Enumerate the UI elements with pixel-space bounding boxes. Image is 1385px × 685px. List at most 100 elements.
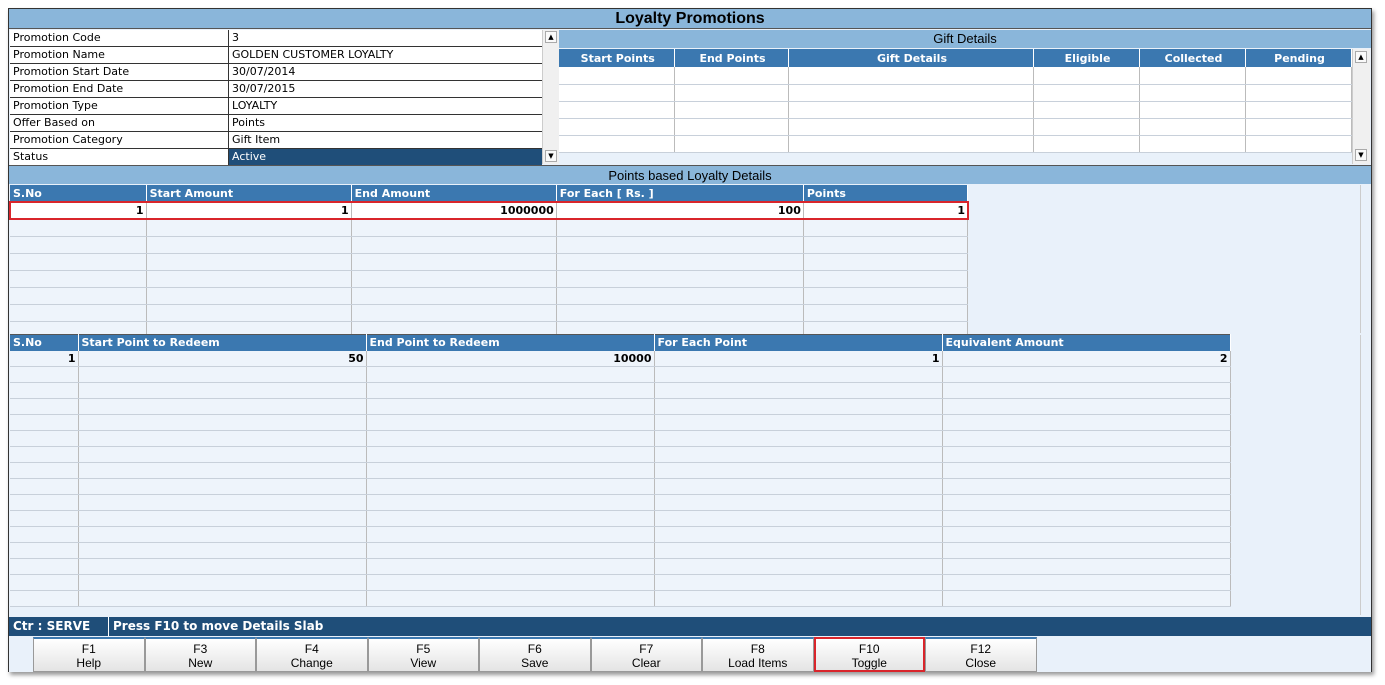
button-save[interactable]: F6 Save: [479, 637, 591, 672]
table-cell[interactable]: [674, 101, 789, 119]
column-header[interactable]: Start Points: [559, 49, 675, 67]
button-clear[interactable]: F7 Clear: [590, 637, 702, 672]
table-cell[interactable]: [10, 574, 79, 591]
column-header[interactable]: Pending: [1245, 49, 1352, 67]
table-cell[interactable]: [10, 526, 79, 543]
table-cell[interactable]: [78, 590, 367, 607]
table-row[interactable]: [10, 510, 1231, 527]
field-value[interactable]: Active: [229, 149, 542, 165]
table-row[interactable]: 1 50 10000 1 2: [10, 350, 1231, 367]
table-cell[interactable]: [10, 446, 79, 463]
table-cell[interactable]: [10, 366, 79, 383]
table-row[interactable]: [10, 253, 969, 271]
table-cell[interactable]: [942, 574, 1231, 591]
table-cell[interactable]: [366, 542, 655, 559]
table-cell[interactable]: [942, 510, 1231, 527]
table-cell[interactable]: [788, 118, 1034, 136]
table-cell[interactable]: 1: [10, 350, 79, 367]
table-row[interactable]: [10, 430, 1231, 447]
table-cell[interactable]: 1000000: [351, 202, 557, 220]
table-cell[interactable]: [674, 135, 789, 153]
table-cell[interactable]: [351, 236, 557, 254]
table-cell[interactable]: [942, 526, 1231, 543]
table-cell[interactable]: [78, 558, 367, 575]
table-cell[interactable]: 100: [556, 202, 804, 220]
table-cell[interactable]: [366, 590, 655, 607]
table-cell[interactable]: [1139, 101, 1246, 119]
table-cell[interactable]: [10, 382, 79, 399]
table-cell[interactable]: [556, 236, 804, 254]
table-cell[interactable]: [78, 382, 367, 399]
table-cell[interactable]: [654, 382, 943, 399]
table-cell[interactable]: [366, 478, 655, 495]
table-row[interactable]: [10, 270, 969, 288]
table-cell[interactable]: [1033, 67, 1140, 85]
column-header[interactable]: For Each [ Rs. ]: [556, 185, 804, 202]
table-cell[interactable]: [10, 478, 79, 495]
table-cell[interactable]: [556, 304, 804, 322]
gift-scrollbar[interactable]: ▲ ▼: [1352, 49, 1370, 164]
table-cell[interactable]: [803, 287, 969, 305]
table-cell[interactable]: [942, 446, 1231, 463]
table-row[interactable]: [10, 446, 1231, 463]
table-row[interactable]: [10, 287, 969, 305]
table-cell[interactable]: [556, 253, 804, 271]
table-cell[interactable]: [351, 270, 557, 288]
table-cell[interactable]: [78, 414, 367, 431]
field-value[interactable]: 30/07/2015: [229, 81, 542, 97]
table-cell[interactable]: [559, 67, 675, 85]
scroll-down-icon[interactable]: ▼: [545, 150, 557, 162]
table-cell[interactable]: [78, 510, 367, 527]
table-row[interactable]: [10, 414, 1231, 431]
table-cell[interactable]: [1139, 135, 1246, 153]
table-cell[interactable]: [78, 526, 367, 543]
table-cell[interactable]: [366, 462, 655, 479]
table-row[interactable]: [10, 462, 1231, 479]
table-cell[interactable]: [78, 542, 367, 559]
table-row[interactable]: [10, 236, 969, 254]
table-cell[interactable]: [1245, 135, 1352, 153]
table-row[interactable]: [10, 382, 1231, 399]
table-cell[interactable]: [366, 398, 655, 415]
table-row[interactable]: [10, 494, 1231, 511]
table-cell[interactable]: [366, 382, 655, 399]
table-cell[interactable]: [146, 270, 352, 288]
table-cell[interactable]: [674, 84, 789, 102]
table-cell[interactable]: [1245, 101, 1352, 119]
points-scrollbar[interactable]: [1360, 185, 1371, 333]
table-cell[interactable]: [654, 526, 943, 543]
table-cell[interactable]: [146, 304, 352, 322]
table-row[interactable]: [10, 526, 1231, 543]
table-cell[interactable]: [10, 494, 79, 511]
table-cell[interactable]: [674, 118, 789, 136]
table-row[interactable]: [10, 542, 1231, 559]
table-cell[interactable]: 1: [803, 202, 969, 220]
table-cell[interactable]: [942, 366, 1231, 383]
scroll-up-icon[interactable]: ▲: [1355, 51, 1367, 63]
table-cell[interactable]: [10, 558, 79, 575]
field-value[interactable]: LOYALTY: [229, 98, 542, 114]
table-cell[interactable]: [788, 135, 1034, 153]
table-cell[interactable]: [788, 101, 1034, 119]
table-cell[interactable]: [366, 430, 655, 447]
table-cell[interactable]: [351, 304, 557, 322]
table-cell[interactable]: [803, 219, 969, 237]
field-value[interactable]: Points: [229, 115, 542, 131]
table-cell[interactable]: [10, 590, 79, 607]
table-cell[interactable]: [803, 236, 969, 254]
table-cell[interactable]: [942, 494, 1231, 511]
field-value[interactable]: 3: [229, 30, 542, 46]
table-cell[interactable]: [788, 84, 1034, 102]
table-cell[interactable]: [366, 574, 655, 591]
table-cell[interactable]: [10, 253, 147, 271]
table-cell[interactable]: [942, 462, 1231, 479]
table-row[interactable]: [10, 366, 1231, 383]
table-cell[interactable]: [10, 236, 147, 254]
table-cell[interactable]: [559, 101, 675, 119]
table-cell[interactable]: [654, 430, 943, 447]
table-cell[interactable]: [146, 219, 352, 237]
table-cell[interactable]: [803, 270, 969, 288]
button-close[interactable]: F12 Close: [925, 637, 1037, 672]
table-cell[interactable]: [559, 135, 675, 153]
table-cell[interactable]: [1139, 84, 1246, 102]
